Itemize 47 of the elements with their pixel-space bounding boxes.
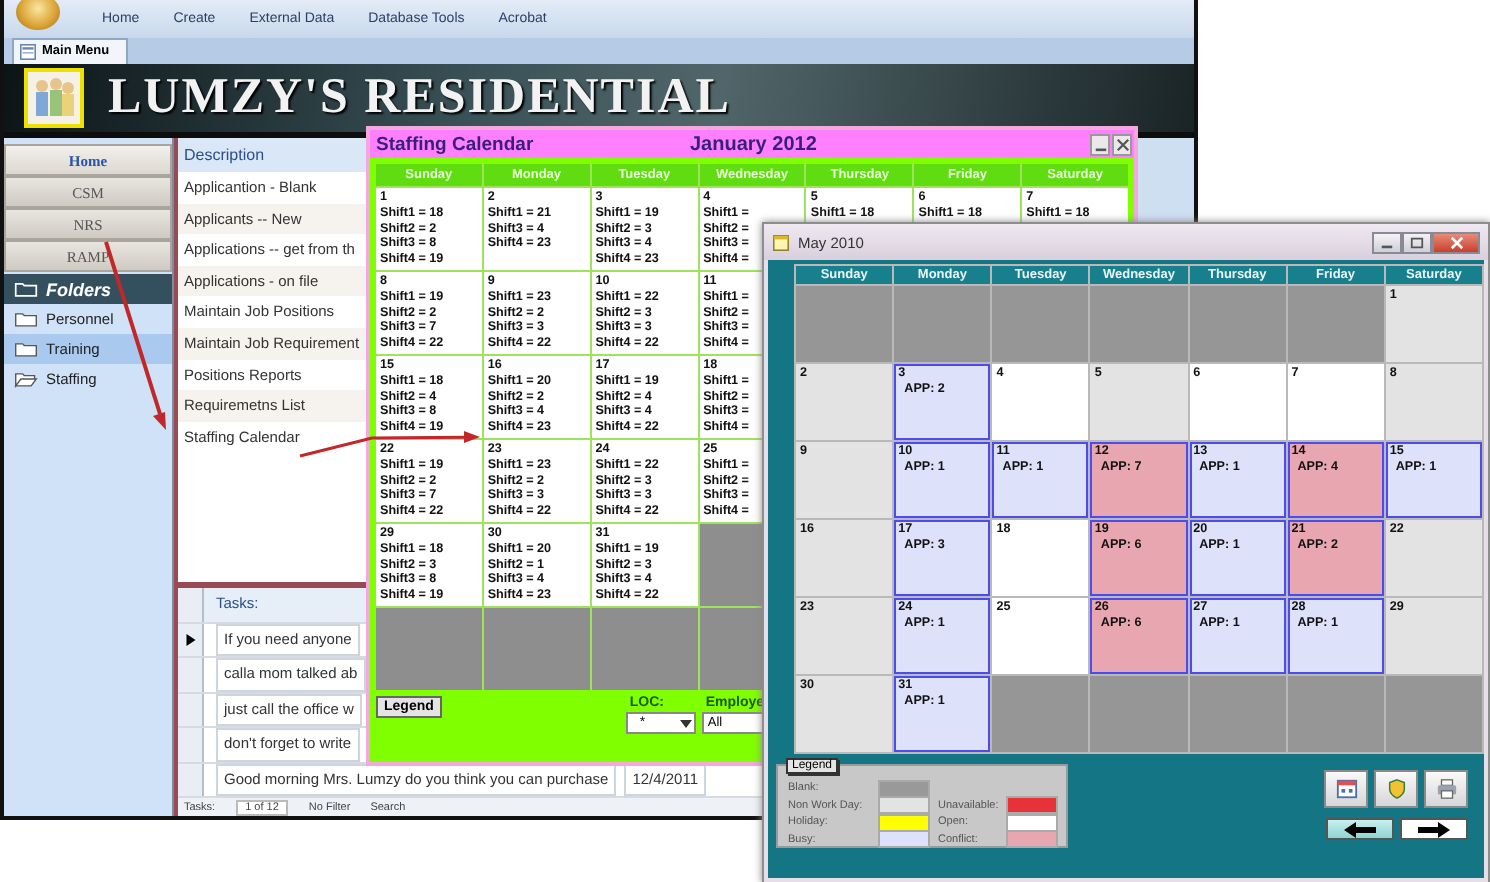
folder-icon	[14, 370, 38, 388]
blank-cell	[992, 676, 1089, 752]
right-arrow-icon	[1418, 821, 1450, 837]
close-button[interactable]	[1112, 133, 1132, 155]
banner-title: LUMZY'S RESIDENTIAL	[108, 69, 731, 126]
close-icon	[1449, 235, 1463, 249]
calendar-button[interactable]	[1324, 770, 1368, 808]
blank-cell	[1385, 676, 1482, 752]
printer-icon	[1435, 778, 1457, 800]
blank-cell	[376, 608, 482, 690]
calendar-icon	[772, 233, 790, 251]
blank-cell	[483, 608, 590, 690]
dropdown-arrow-icon	[679, 719, 692, 727]
folders-title: Folders	[46, 279, 112, 299]
previous-month-button[interactable]	[1326, 818, 1394, 840]
form-icon	[20, 43, 36, 60]
folder-icon	[14, 310, 38, 328]
people-clipart	[24, 67, 84, 128]
folder-icon	[14, 280, 38, 298]
window-title: Staffing Calendar	[376, 133, 536, 155]
blank-cell	[1189, 286, 1286, 362]
row-selector[interactable]	[178, 623, 204, 656]
close-icon	[1115, 137, 1129, 151]
blank-cell	[1287, 676, 1384, 752]
maximize-icon	[1410, 235, 1424, 249]
folder-icon	[14, 340, 38, 358]
column-header: Description	[178, 138, 370, 172]
shield-button[interactable]	[1374, 770, 1418, 808]
month-title: January 2012	[690, 133, 817, 155]
blank-cell	[894, 286, 991, 362]
blank-cell	[591, 608, 698, 690]
blank-cell	[1090, 286, 1188, 362]
shield-icon	[1385, 778, 1407, 800]
calendar-icon	[1335, 778, 1357, 800]
blank-cell	[992, 286, 1089, 362]
current-row-icon	[185, 633, 195, 646]
left-arrow-icon	[1344, 821, 1376, 837]
close-button[interactable]	[1432, 231, 1480, 253]
print-button[interactable]	[1424, 770, 1468, 808]
minimize-button[interactable]	[1372, 231, 1402, 253]
blank-cell	[1189, 676, 1286, 752]
blank-cell	[796, 286, 893, 362]
next-month-button[interactable]	[1400, 818, 1468, 840]
blank-cell	[1287, 286, 1384, 362]
maximize-button[interactable]	[1402, 231, 1432, 253]
blank-cell	[1090, 676, 1188, 752]
minimize-button[interactable]	[1090, 133, 1110, 155]
